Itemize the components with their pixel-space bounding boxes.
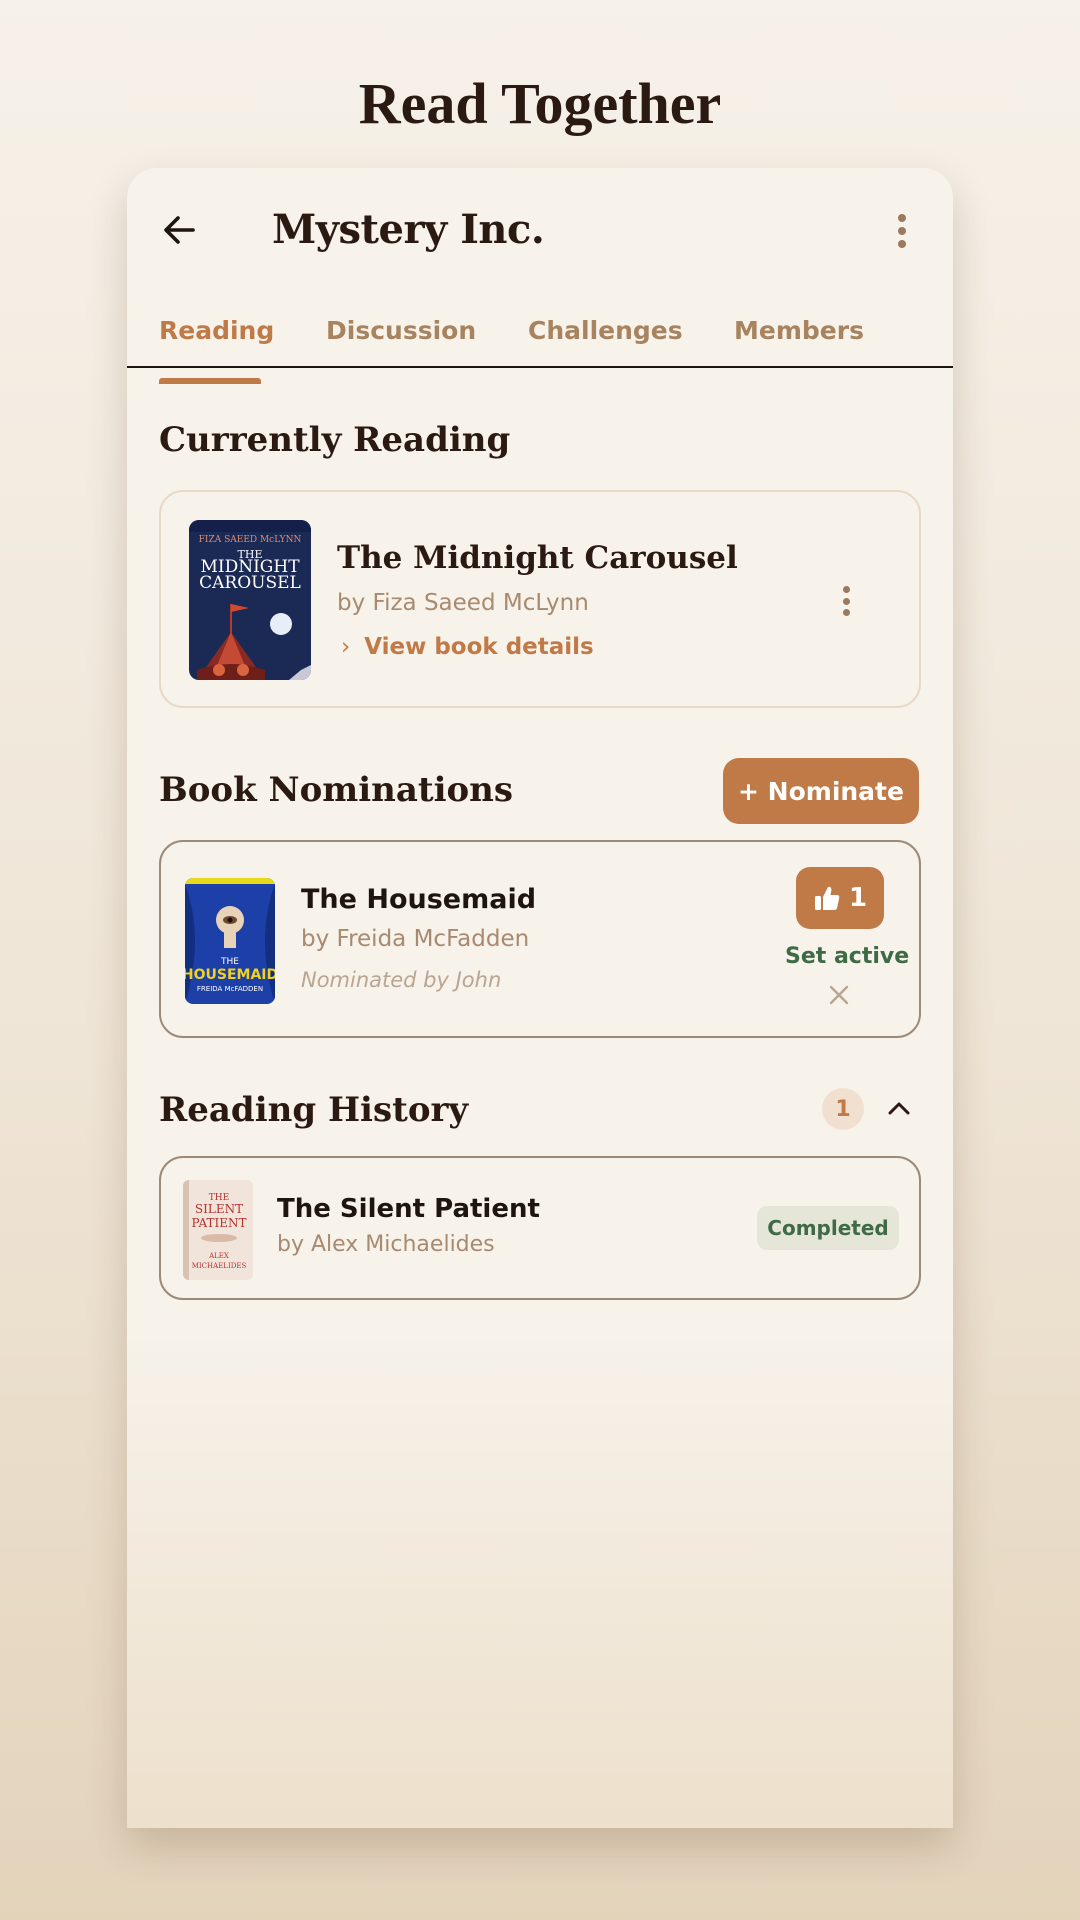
current-book-title: The Midnight Carousel	[337, 540, 738, 576]
reading-history-title: Reading History	[159, 1090, 469, 1130]
app-screen: Mystery Inc. Reading Discussion Challeng…	[127, 168, 953, 1828]
current-book-card[interactable]: FIZA SAEED McLYNN THE MIDNIGHT CAROUSEL …	[159, 490, 921, 708]
tab-bar: Reading Discussion Challenges Members	[127, 288, 953, 368]
view-book-details-label: View book details	[364, 634, 594, 660]
tab-members[interactable]: Members	[734, 316, 864, 345]
tab-reading[interactable]: Reading	[159, 316, 274, 345]
svg-text:ALEX: ALEX	[208, 1252, 229, 1260]
tab-challenges[interactable]: Challenges	[528, 316, 683, 345]
vote-count: 1	[848, 883, 868, 913]
thumbs-up-icon	[814, 886, 840, 910]
currently-reading-title: Currently Reading	[159, 420, 511, 460]
group-name: Mystery Inc.	[272, 206, 545, 253]
app-bar: Mystery Inc.	[127, 168, 953, 288]
more-vertical-icon	[898, 214, 906, 222]
more-vertical-icon	[842, 586, 850, 593]
current-book-author: by Fiza Saeed McLynn	[337, 590, 589, 616]
vote-button[interactable]: 1	[796, 867, 884, 929]
page-title: Read Together	[358, 71, 722, 136]
svg-text:SILENT: SILENT	[195, 1202, 243, 1216]
collapse-history-button[interactable]	[885, 1095, 913, 1123]
midnight-carousel-cover: FIZA SAEED McLYNN THE MIDNIGHT CAROUSEL	[189, 520, 311, 680]
history-book-title: The Silent Patient	[277, 1194, 540, 1224]
svg-text:FIZA SAEED McLYNN: FIZA SAEED McLYNN	[199, 535, 302, 545]
svg-text:PATIENT: PATIENT	[192, 1216, 247, 1230]
back-button[interactable]	[159, 210, 199, 250]
nominations-title: Book Nominations	[159, 770, 514, 810]
close-icon	[829, 985, 849, 1005]
completed-status-badge: Completed	[757, 1206, 899, 1250]
svg-text:FREIDA McFADDEN: FREIDA McFADDEN	[197, 985, 263, 993]
tab-discussion[interactable]: Discussion	[326, 316, 476, 345]
current-book-more-button[interactable]	[841, 586, 851, 616]
set-active-button[interactable]: Set active	[785, 944, 909, 969]
history-count-badge: 1	[822, 1088, 864, 1130]
remove-nomination-button[interactable]	[827, 983, 851, 1007]
nominated-by-label: Nominated by John	[301, 968, 502, 992]
view-book-details-link[interactable]: › View book details	[341, 634, 594, 660]
nominated-book-author: by Freida McFadden	[301, 926, 530, 952]
active-tab-indicator	[159, 378, 261, 384]
silent-patient-cover: THE SILENT PATIENT ALEX MICHAELIDES	[183, 1180, 253, 1280]
history-book-author: by Alex Michaelides	[277, 1232, 495, 1257]
more-options-button[interactable]	[897, 214, 907, 248]
housemaid-cover: THE HOUSEMAID FREIDA McFADDEN	[185, 878, 275, 1004]
svg-text:CAROUSEL: CAROUSEL	[199, 573, 301, 593]
nominate-button[interactable]: + Nominate	[723, 758, 919, 824]
svg-text:HOUSEMAID: HOUSEMAID	[185, 967, 275, 983]
svg-text:THE: THE	[220, 957, 239, 967]
nominated-book-title: The Housemaid	[301, 884, 537, 915]
chevron-right-icon: ›	[341, 634, 351, 660]
arrow-left-icon	[164, 216, 195, 244]
chevron-up-icon	[888, 1102, 910, 1115]
svg-text:MICHAELIDES: MICHAELIDES	[192, 1262, 247, 1270]
